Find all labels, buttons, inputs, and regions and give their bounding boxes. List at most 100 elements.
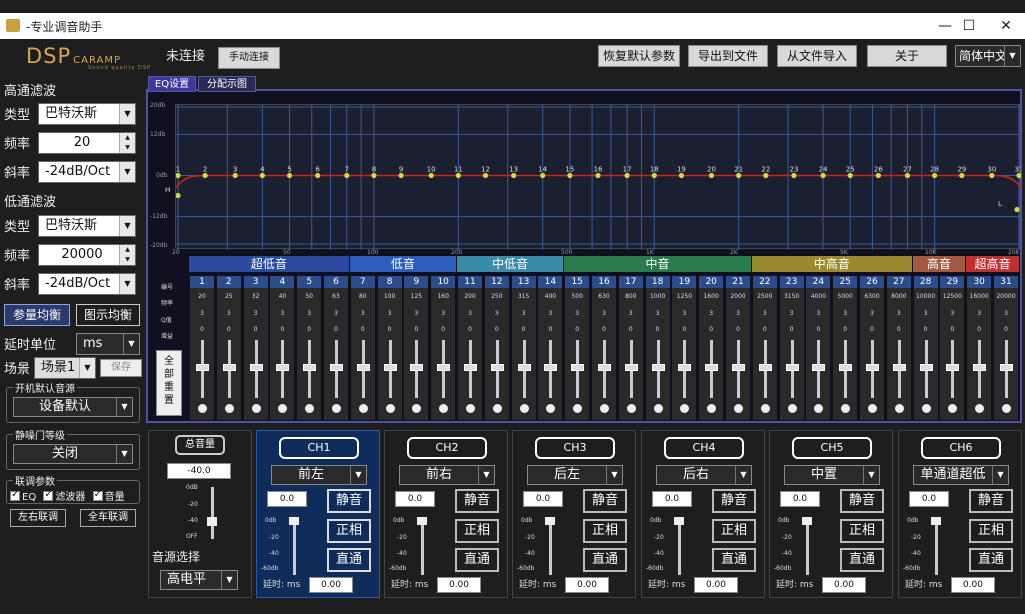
eq-band-q[interactable]: 3 xyxy=(538,310,562,317)
channel-gain-value[interactable]: 0.0 xyxy=(523,491,563,507)
master-slider-track[interactable] xyxy=(211,487,214,539)
eq-slider-knob[interactable] xyxy=(330,364,343,371)
param-eq-button[interactable]: 参量均衡 xyxy=(4,304,70,326)
channel-slider-knob[interactable] xyxy=(417,517,427,525)
eq-band-gain[interactable]: 0 xyxy=(565,326,589,333)
channel-slider-knob[interactable] xyxy=(802,517,812,525)
channel-button[interactable]: CH1 xyxy=(279,437,359,459)
delay-value[interactable]: 0.00 xyxy=(822,577,866,593)
eq-band-q[interactable]: 3 xyxy=(404,310,428,317)
tab-distribution[interactable]: 分配示图 xyxy=(198,76,256,92)
eq-band-q[interactable]: 3 xyxy=(753,310,777,317)
channel-slider-knob[interactable] xyxy=(289,517,299,525)
eq-band-freq[interactable]: 10000 xyxy=(914,293,938,300)
bypass-button[interactable]: 直通 xyxy=(455,548,499,572)
eq-band-gain[interactable]: 0 xyxy=(699,326,723,333)
channel-slider-knob[interactable] xyxy=(545,517,555,525)
phase-button[interactable]: 正相 xyxy=(840,519,884,543)
decrement-icon[interactable]: ▼ xyxy=(119,143,135,153)
eq-point[interactable] xyxy=(959,172,965,179)
eq-band-q[interactable]: 3 xyxy=(914,310,938,317)
eq-band-q[interactable]: 3 xyxy=(565,310,589,317)
channel-position-select[interactable]: 后左 ▼ xyxy=(527,465,623,485)
master-volume-value[interactable]: -40.0 xyxy=(167,463,231,479)
eq-band-freq[interactable]: 32 xyxy=(244,293,268,300)
source-select[interactable]: 高电平 ▼ xyxy=(160,570,238,590)
bypass-button[interactable]: 直通 xyxy=(969,548,1013,572)
eq-slider-knob[interactable] xyxy=(758,364,772,371)
eq-band-gain[interactable]: 0 xyxy=(217,326,241,333)
bypass-button[interactable]: 直通 xyxy=(327,548,371,572)
channel-slider-knob[interactable] xyxy=(674,517,684,525)
eq-slider-knob[interactable] xyxy=(812,364,826,371)
eq-point[interactable] xyxy=(259,172,265,179)
channel-slider-track[interactable] xyxy=(806,521,809,575)
save-scene-button[interactable]: 保存 xyxy=(100,359,142,377)
eq-band-freq[interactable]: 25 xyxy=(217,293,241,300)
phase-button[interactable]: 正相 xyxy=(583,519,627,543)
eq-point[interactable] xyxy=(202,172,208,179)
eq-band-freq[interactable]: 630 xyxy=(592,293,616,300)
import-file-button[interactable]: 从文件导入 xyxy=(777,45,857,67)
channel-gain-value[interactable]: 0.0 xyxy=(652,491,692,507)
eq-band-q[interactable]: 3 xyxy=(431,310,455,317)
phase-button[interactable]: 正相 xyxy=(327,519,371,543)
eq-band-freq[interactable]: 1600 xyxy=(699,293,723,300)
channel-slider-track[interactable] xyxy=(678,521,681,575)
delay-value[interactable]: 0.00 xyxy=(565,577,609,593)
eq-band-gain[interactable]: 0 xyxy=(244,326,268,333)
eq-band-toggle[interactable] xyxy=(1002,404,1011,413)
channel-slider-track[interactable] xyxy=(549,521,552,575)
export-file-button[interactable]: 导出到文件 xyxy=(688,45,768,67)
eq-band-toggle[interactable] xyxy=(305,404,315,413)
eq-band-freq[interactable]: 250 xyxy=(485,293,509,300)
eq-band-toggle[interactable] xyxy=(707,404,717,413)
eq-band-q[interactable]: 3 xyxy=(217,310,241,317)
eq-slider-knob[interactable] xyxy=(196,364,209,371)
eq-band-gain[interactable]: 0 xyxy=(538,326,562,333)
channel-gain-value[interactable]: 0.0 xyxy=(267,491,307,507)
filter-point[interactable] xyxy=(175,192,181,199)
eq-band-toggle[interactable] xyxy=(412,404,422,413)
eq-band-freq[interactable]: 12500 xyxy=(940,293,964,300)
eq-band-q[interactable]: 3 xyxy=(297,310,321,317)
close-button[interactable]: ✕ xyxy=(983,13,1025,39)
eq-band-toggle[interactable] xyxy=(224,404,234,413)
eq-slider-knob[interactable] xyxy=(705,364,719,371)
eq-slider-knob[interactable] xyxy=(919,364,933,371)
eq-band-q[interactable]: 3 xyxy=(860,310,884,317)
channel-button[interactable]: CH4 xyxy=(664,437,744,459)
eq-band-toggle[interactable] xyxy=(894,404,904,413)
eq-slider-knob[interactable] xyxy=(651,364,665,371)
eq-band-freq[interactable]: 200 xyxy=(458,293,482,300)
eq-band-toggle[interactable] xyxy=(814,404,824,413)
eq-slider-knob[interactable] xyxy=(249,364,263,371)
eq-band-gain[interactable]: 0 xyxy=(270,326,294,333)
eq-point[interactable] xyxy=(1016,172,1022,179)
eq-point[interactable] xyxy=(315,172,321,179)
mute-button[interactable]: 静音 xyxy=(969,489,1013,513)
eq-band-q[interactable]: 3 xyxy=(270,310,294,317)
eq-point[interactable] xyxy=(428,172,434,179)
checkbox-eq[interactable]: EQ xyxy=(10,489,36,503)
lp-type-select[interactable]: 巴特沃斯 ▼ xyxy=(38,215,136,237)
eq-band-toggle[interactable] xyxy=(653,404,663,413)
eq-point[interactable] xyxy=(847,172,853,179)
about-button[interactable]: 关于 xyxy=(867,45,947,67)
eq-point[interactable] xyxy=(624,172,630,179)
channel-position-select[interactable]: 后右 ▼ xyxy=(656,465,752,485)
eq-band-freq[interactable]: 160 xyxy=(431,293,455,300)
channel-slider-knob[interactable] xyxy=(931,517,941,525)
eq-band-toggle[interactable] xyxy=(251,404,261,413)
channel-slider-track[interactable] xyxy=(935,521,938,575)
eq-band-toggle[interactable] xyxy=(278,404,288,413)
eq-band-q[interactable]: 3 xyxy=(940,310,964,317)
filter-point[interactable] xyxy=(1014,206,1020,213)
decrement-icon[interactable]: ▼ xyxy=(119,255,135,265)
eq-band-gain[interactable]: 0 xyxy=(994,326,1018,333)
restore-defaults-button[interactable]: 恢复默认参数 xyxy=(598,45,680,67)
channel-position-select[interactable]: 单通道超低 ▼ xyxy=(913,465,1009,485)
eq-slider-knob[interactable] xyxy=(410,364,424,371)
eq-slider-knob[interactable] xyxy=(490,364,504,371)
hp-type-select[interactable]: 巴特沃斯 ▼ xyxy=(38,103,136,125)
